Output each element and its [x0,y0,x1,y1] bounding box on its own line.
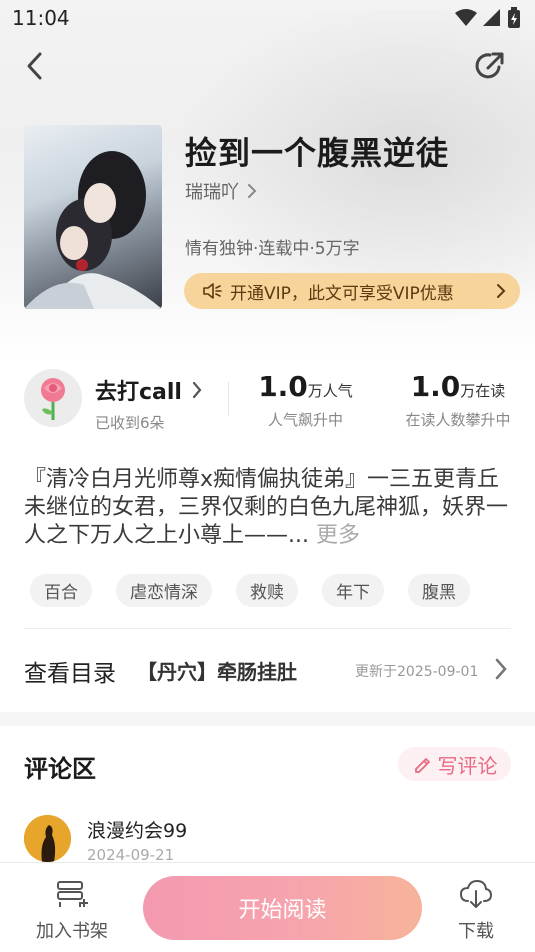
book-title: 捡到一个腹黑逆徒 [185,134,450,172]
rose-icon [41,378,65,420]
status-bar: 11:04 [0,0,535,38]
stats-row: 去打call 已收到6朵 1.0万人气 人气飙升中 1.0万在读 在读人数攀升中 [0,366,535,438]
add-to-shelf-button[interactable]: 加入书架 [34,879,110,943]
pen-icon [414,758,430,773]
divider [24,628,511,629]
cloud-download-icon [459,879,493,908]
popularity-sub: 人气飙升中 [267,411,343,429]
comment-user[interactable]: 浪漫约会99 [87,816,187,843]
cover-illustration [24,151,162,309]
signal-icon [483,9,500,26]
battery-icon [508,7,520,28]
avatar[interactable] [24,815,71,862]
download-label: 下载 [458,921,494,942]
reading-unit: 万在读 [460,382,506,400]
catalog-label: 查看目录 [24,661,116,687]
chevron-right-icon [192,381,202,399]
reading-stat: 1.0万在读 在读人数攀升中 [402,370,514,430]
reading-sub: 在读人数攀升中 [405,411,511,429]
latest-chapter: 【丹穴】牵肠挂肚 [137,660,297,684]
book-meta: 情有独钟·连载中·5万字 [185,239,360,259]
chevron-right-icon [495,658,507,680]
share-button[interactable] [470,46,510,86]
comment-item[interactable]: 浪漫约会99 2024-09-21 [0,812,535,864]
bottom-action-bar: 加入书架 开始阅读 下载 [0,862,535,952]
author-link[interactable]: 瑞瑞吖 [185,178,257,204]
call-avatar[interactable] [24,369,82,427]
chevron-right-icon [497,284,506,298]
wifi-icon [455,9,477,26]
chevron-right-icon [248,184,257,198]
tag-item[interactable]: 年下 [322,574,384,607]
write-comment-label: 写评论 [437,753,498,778]
tag-item[interactable]: 百合 [30,574,92,607]
call-title: 去打call [95,380,182,405]
status-time: 11:04 [12,6,70,30]
tag-list: 百合 虐恋情深 救赎 年下 腹黑 [30,574,470,607]
synopsis-text: 『清冷白月光师尊x痴情偏执徒弟』一三五更青丘未继位的女君，三界仅剩的白色九尾神狐… [24,467,509,548]
tag-item[interactable]: 虐恋情深 [116,574,212,607]
reading-value: 1.0 [410,370,461,403]
call-received: 已收到6朵 [95,414,165,432]
popularity-unit: 万人气 [307,382,353,400]
add-to-shelf-label: 加入书架 [36,921,108,942]
start-reading-label: 开始阅读 [238,898,327,923]
status-icons [455,7,521,29]
bookshelf-add-icon [57,881,88,907]
popularity-stat: 1.0万人气 人气飙升中 [258,370,353,430]
popularity-value: 1.0 [258,370,308,403]
synopsis[interactable]: 『清冷白月光师尊x痴情偏执徒弟』一三五更青丘未继位的女君，三界仅剩的白色九尾神狐… [24,466,514,550]
share-icon [475,52,504,79]
back-button[interactable] [14,46,54,86]
book-cover[interactable] [24,125,162,309]
tag-item[interactable]: 救赎 [236,574,298,607]
section-gap [0,712,535,726]
stats-divider [228,382,229,416]
tag-item[interactable]: 腹黑 [408,574,470,607]
catalog-row[interactable]: 查看目录 【丹穴】牵肠挂肚 更新于2025-09-01 [0,648,535,692]
catalog-updated: 更新于2025-09-01 [355,664,479,680]
author-name: 瑞瑞吖 [185,182,239,203]
write-comment-button[interactable]: 写评论 [398,747,511,781]
speaker-icon [203,283,222,299]
avatar-image [24,815,71,862]
vip-banner[interactable]: 开通VIP，此文可享受VIP优惠 [184,273,520,309]
start-reading-button[interactable]: 开始阅读 [143,876,422,940]
vip-banner-text: 开通VIP，此文可享受VIP优惠 [230,283,454,304]
synopsis-more-link[interactable]: 更多 [316,523,360,548]
comments-title: 评论区 [24,755,96,783]
back-arrow-icon [27,52,42,80]
call-button[interactable]: 去打call [95,374,202,406]
download-button[interactable]: 下载 [448,879,504,943]
